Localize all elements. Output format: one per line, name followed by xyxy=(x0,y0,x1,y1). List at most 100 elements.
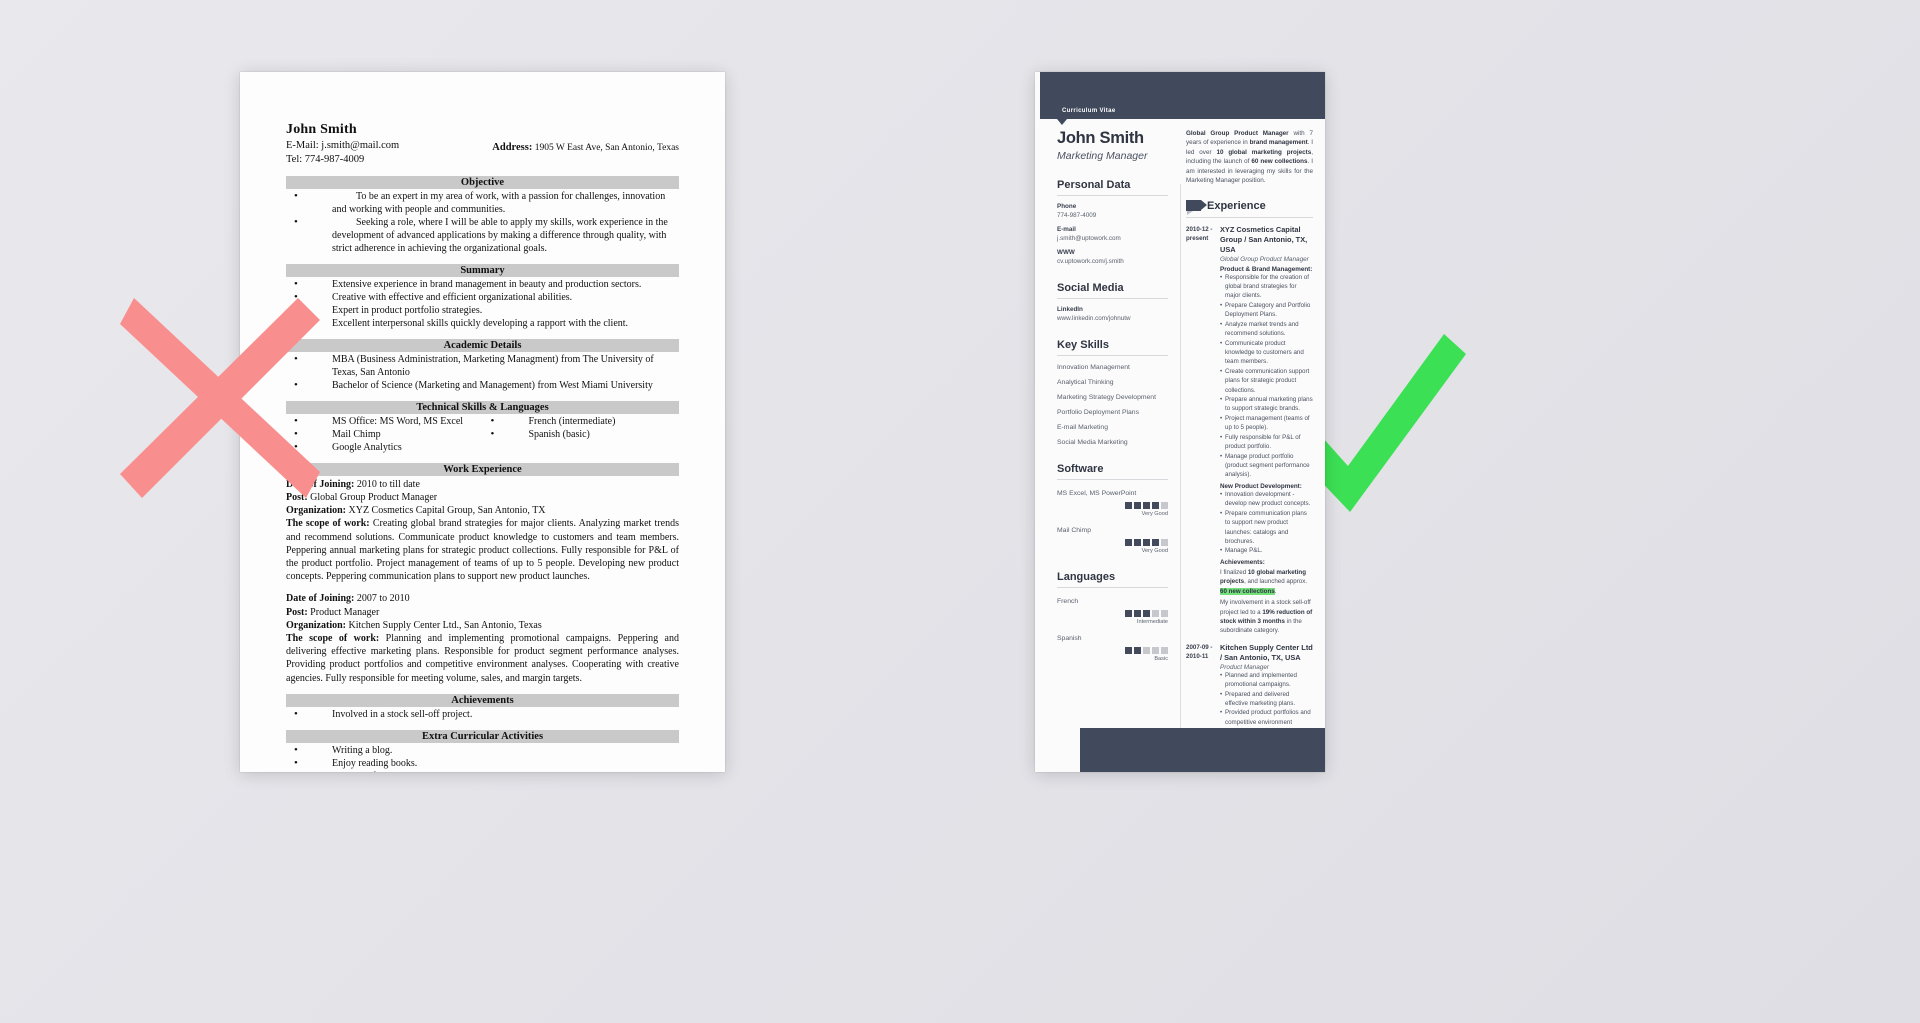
rating-block-empty xyxy=(1143,647,1150,654)
job1-post-value: Global Group Product Manager xyxy=(310,492,438,504)
list-item: Google Analytics xyxy=(286,440,483,454)
rating-block-empty xyxy=(1152,610,1159,617)
field-value-www: cv.uptowork.com/j.smith xyxy=(1057,258,1124,265)
rating-block-empty xyxy=(1161,539,1168,546)
rating-bar xyxy=(1057,610,1168,617)
summary-list: Extensive experience in brand management… xyxy=(286,277,679,330)
section-header-academic-details: Academic Details xyxy=(286,338,679,352)
cv-sidebar: John Smith Marketing Manager Personal Da… xyxy=(1035,119,1182,772)
rating-block xyxy=(1125,539,1132,546)
job1-post-label: Post: xyxy=(286,492,308,504)
key-skill-item: E-mail Marketing xyxy=(1057,424,1108,431)
rating-block xyxy=(1143,610,1150,617)
experience-title: Kitchen Supply Center Ltd / San Antonio,… xyxy=(1220,642,1313,662)
experience-bullet: Prepare communication plans to support n… xyxy=(1220,509,1313,547)
section-header-summary: Summary xyxy=(286,263,679,277)
list-item: MS Office: MS Word, MS Excel xyxy=(286,414,483,428)
work-experience-job-1: Date of Joining: 2010 to till date Post:… xyxy=(286,478,679,685)
rating-block xyxy=(1134,610,1141,617)
software-item-name: MS Excel, MS PowerPoint xyxy=(1057,490,1137,497)
objective-list: To be an expert in my area of work, with… xyxy=(286,189,679,255)
rating-label: Very Good xyxy=(1141,511,1168,517)
list-item: Creative with effective and efficient or… xyxy=(286,290,679,304)
experience-bullet: Analyze market trends and recommend solu… xyxy=(1220,320,1313,339)
academic-list: MBA (Business Administration, Marketing … xyxy=(286,352,679,392)
key-skill-item: Analytical Thinking xyxy=(1057,379,1114,386)
key-skill-item: Marketing Strategy Development xyxy=(1057,394,1156,401)
good-cv-page: Curriculum Vitae John Smith Marketing Ma… xyxy=(1035,72,1325,772)
rating-block-empty xyxy=(1152,647,1159,654)
job1-date-value: 2010 to till date xyxy=(356,478,420,490)
section-header-achievements: Achievements xyxy=(286,693,679,707)
rating-block xyxy=(1143,502,1150,509)
cv-name: John Smith xyxy=(1057,129,1144,147)
language-item-name: French xyxy=(1057,598,1079,605)
cv-role: Marketing Manager xyxy=(1057,150,1148,162)
list-item: Enjoy reading books. xyxy=(286,756,679,770)
job2-org-value: Kitchen Supply Center Ltd., San Antonio,… xyxy=(348,619,542,631)
skills-left-list: MS Office: MS Word, MS Excel Mail Chimp … xyxy=(286,414,483,454)
rating-block xyxy=(1152,502,1159,509)
experience-bullet: Create communication support plans for s… xyxy=(1220,367,1313,395)
rating-block xyxy=(1134,647,1141,654)
key-skill-item: Innovation Management xyxy=(1057,364,1130,371)
bad-resume-address-value: 1905 W East Ave, San Antonio, Texas xyxy=(534,143,679,153)
list-item: To be an expert in my area of work, with… xyxy=(286,189,679,216)
field-label-phone: Phone xyxy=(1057,203,1077,210)
rating-label: Very Good xyxy=(1141,548,1168,554)
rating-block xyxy=(1125,502,1132,509)
job1-org-label: Organization: xyxy=(286,505,346,517)
field-label-linkedin: LinkedIn xyxy=(1057,306,1083,313)
list-item: Spanish (basic) xyxy=(483,427,680,441)
field-label-www: WWW xyxy=(1057,249,1075,256)
cv-label: Curriculum Vitae xyxy=(1062,108,1116,114)
cv-top-bar: Curriculum Vitae xyxy=(1040,72,1325,119)
section-title: Experience xyxy=(1207,199,1266,212)
list-item: Seeking a role, where I will be able to … xyxy=(286,215,679,255)
list-item: Writing a blog. xyxy=(286,743,679,757)
skills-columns: MS Office: MS Word, MS Excel Mail Chimp … xyxy=(286,414,680,454)
highlighted-text: 60 new collections xyxy=(1220,587,1275,595)
experience-group-heading: New Product Development: xyxy=(1220,482,1302,490)
experience-bullet: Project management (teams of up to 5 peo… xyxy=(1220,414,1313,433)
list-item: Enjoy Surfing on the net. xyxy=(286,769,679,772)
experience-group-heading: Product & Brand Management: xyxy=(1220,265,1313,273)
key-skill-item: Social Media Marketing xyxy=(1057,439,1128,446)
rating-block xyxy=(1125,610,1132,617)
job2-date-label: Date of Joining: xyxy=(286,593,355,605)
field-value-email: j.smith@uptowork.com xyxy=(1057,235,1121,242)
divider xyxy=(1057,355,1168,356)
bad-resume-address-label: Address: xyxy=(492,142,533,153)
bad-resume-address: Address: 1905 W East Ave, San Antonio, T… xyxy=(492,142,679,153)
sidebar-heading-personal-data: Personal Data xyxy=(1057,179,1131,191)
list-item: Expert in product portfolio strategies. xyxy=(286,303,679,317)
list-item: Excellent interpersonal skills quickly d… xyxy=(286,316,679,330)
bad-resume-name: John Smith xyxy=(286,122,357,137)
experience-subtitle: Global Group Product Manager xyxy=(1220,255,1309,263)
bad-resume-header: John Smith E-Mail: j.smith@mail.com Tel:… xyxy=(286,122,679,167)
section-header-experience: Experience xyxy=(1186,199,1313,216)
rating-label: Basic xyxy=(1154,656,1168,662)
key-skill-item: Portfolio Deployment Plans xyxy=(1057,409,1139,416)
experience-title: XYZ Cosmetics Capital Group / San Antoni… xyxy=(1220,224,1308,254)
rating-block-empty xyxy=(1161,502,1168,509)
rating-block xyxy=(1134,502,1141,509)
rating-bar xyxy=(1057,502,1168,509)
field-value-linkedin: www.linkedin.com/johnutw xyxy=(1057,315,1131,322)
cv-summary: Global Group Product Manager with 7 year… xyxy=(1186,130,1314,185)
experience-bullet: Communicate product knowledge to custome… xyxy=(1220,339,1313,367)
experience-bullet: Prepared and delivered effective marketi… xyxy=(1220,690,1313,709)
divider xyxy=(1057,479,1168,480)
rating-block-empty xyxy=(1161,647,1168,654)
bad-resume-phone: Tel: 774-987-4009 xyxy=(286,154,365,166)
job2-post-value: Product Manager xyxy=(310,606,380,618)
experience-bullet: Fully responsible for P&L of product por… xyxy=(1220,433,1313,452)
section-header-work-experience: Work Experience xyxy=(286,462,679,476)
experience-bullet: Prepare Category and Portfolio Deploymen… xyxy=(1220,301,1313,320)
divider xyxy=(1057,298,1168,299)
list-item: Extensive experience in brand management… xyxy=(286,277,679,291)
experience-bullet: Responsible for the creation of global b… xyxy=(1220,273,1313,301)
experience-bullet: Prepare annual marketing plans to suppor… xyxy=(1220,395,1313,414)
job1-scope-label: The scope of work: xyxy=(286,518,370,530)
list-item: French (intermediate) xyxy=(483,414,680,428)
